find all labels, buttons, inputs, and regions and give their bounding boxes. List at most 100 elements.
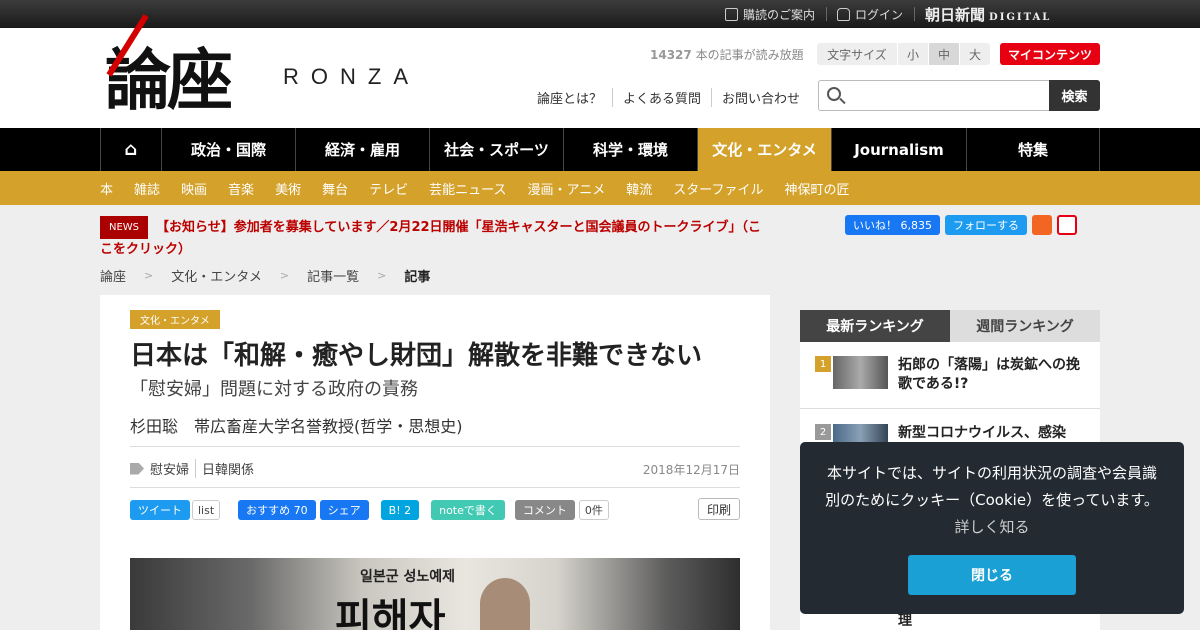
divider — [914, 7, 915, 21]
login-label: ログイン — [855, 8, 904, 22]
my-contents-button[interactable]: マイコンテンツ — [1000, 43, 1100, 65]
facebook-share-button[interactable]: シェア — [319, 500, 369, 520]
news-banner[interactable]: NEWS 【お知らせ】参加者を募集しています／2月22日開催「星浩キャスターと国会… — [100, 216, 770, 260]
login-link[interactable]: ログイン — [837, 6, 903, 23]
subnav-item[interactable]: 漫画・アニメ — [527, 179, 605, 198]
sub-nav: 本 雑誌 映画 音楽 美術 舞台 テレビ 芸能ニュース 漫画・アニメ 韓流 スタ… — [0, 171, 1200, 205]
site-header: 論座 RONZA 14327 本の記事が読み放題 文字サイズ 小 中 大 マイコ… — [0, 14, 1200, 128]
subnav-item[interactable]: 映画 — [181, 179, 207, 198]
breadcrumb-item[interactable]: 論座 — [100, 266, 126, 285]
tag-icon — [130, 462, 144, 475]
main-nav: ⌂ 政治・国際 経済・雇用 社会・スポーツ 科学・環境 文化・エンタメ Jour… — [0, 128, 1200, 171]
ranking-tabs: 最新ランキング 週間ランキング — [800, 310, 1100, 342]
divider — [130, 446, 740, 447]
brand-name: 朝日新聞 — [925, 6, 986, 24]
edit-icon — [725, 8, 738, 21]
search-input[interactable] — [849, 85, 1049, 106]
logo-roman: RONZA — [283, 64, 420, 89]
ranking-title: 新型コロナウイルス、感染 — [898, 425, 1066, 441]
tab-weekly-ranking[interactable]: 週間ランキング — [950, 310, 1100, 342]
breadcrumb-item[interactable]: 記事一覧 — [307, 266, 359, 285]
article: 文化・エンタメ 日本は「和解・癒やし財団」解散を非難できない 「慰安婦」問題に対… — [100, 295, 770, 630]
cookie-close-button[interactable]: 閉じる — [908, 555, 1076, 595]
article-date: 2018年12月17日 — [642, 463, 740, 477]
tweet-list-link[interactable]: list — [192, 500, 221, 520]
article-title: 日本は「和解・癒やし財団」解散を非難できない — [130, 341, 703, 371]
nav-society[interactable]: 社会・スポーツ — [429, 128, 563, 171]
nav-features[interactable]: 特集 — [966, 128, 1100, 171]
share-bar: ツイート list おすすめ 70 シェア B! 2 noteで書く コメント … — [130, 500, 609, 520]
facebook-like-button[interactable]: いいね！ 6,835 — [845, 215, 940, 235]
ranking-number: 1 — [815, 356, 831, 372]
divider — [130, 487, 740, 488]
twitter-follow-label: フォローする — [953, 219, 1019, 232]
contact-link[interactable]: お問い合わせ — [711, 88, 810, 107]
news-badge: NEWS — [100, 216, 149, 239]
article-tags: 慰安婦 日韓関係 — [130, 459, 260, 478]
divider — [826, 7, 827, 21]
nav-science[interactable]: 科学・環境 — [563, 128, 697, 171]
subscribe-label: 購読のご案内 — [743, 8, 816, 22]
search-icon — [827, 87, 841, 101]
font-size-medium[interactable]: 中 — [928, 43, 959, 65]
facebook-recommend-button[interactable]: おすすめ 70 — [238, 500, 316, 520]
brand-sub: DIGITAL — [989, 12, 1052, 23]
subnav-item[interactable]: 神保町の匠 — [784, 179, 849, 198]
note-share-button[interactable]: noteで書く — [431, 500, 505, 520]
article-count-suffix: 本の記事が読み放題 — [691, 48, 804, 62]
subnav-item[interactable]: 韓流 — [626, 179, 652, 198]
breadcrumb-separator-icon: > — [144, 269, 154, 282]
hatena-bookmark-button[interactable]: B! 2 — [380, 500, 420, 520]
mail-icon[interactable] — [1057, 215, 1077, 235]
ranking-number: 2 — [815, 424, 831, 440]
asahi-digital-logo[interactable]: 朝日新聞 DIGITAL — [925, 4, 1051, 25]
faq-link[interactable]: よくある質問 — [612, 88, 711, 107]
nav-economy[interactable]: 経済・雇用 — [295, 128, 429, 171]
article-photo: 일본군 성노예제 피해자 — [130, 558, 740, 630]
subnav-item[interactable]: 美術 — [275, 179, 301, 198]
social-follow: いいね！ 6,835 フォローする — [845, 215, 1077, 235]
nav-politics[interactable]: 政治・国際 — [161, 128, 295, 171]
header-links: 論座とは？ よくある質問 お問い合わせ — [537, 88, 810, 107]
font-size-small[interactable]: 小 — [897, 43, 928, 65]
font-size-large[interactable]: 大 — [959, 43, 990, 65]
rss-icon[interactable] — [1032, 215, 1052, 235]
breadcrumb-separator-icon: > — [377, 269, 387, 282]
top-bar: 購読のご案内 ログイン 朝日新聞 DIGITAL — [0, 0, 1200, 28]
subnav-item[interactable]: 舞台 — [322, 179, 348, 198]
about-link[interactable]: 論座とは？ — [537, 88, 612, 107]
cookie-more-link[interactable]: 詳しく知る — [954, 518, 1029, 536]
photo-sign-text-large: 피해자 — [335, 596, 446, 630]
subscribe-link[interactable]: 購読のご案内 — [725, 6, 815, 23]
tag-link[interactable]: 日韓関係 — [195, 459, 260, 478]
nav-home[interactable]: ⌂ — [100, 128, 161, 171]
photo-person — [480, 578, 530, 630]
breadcrumb-item[interactable]: 文化・エンタメ — [171, 266, 262, 285]
cookie-message-text: 本サイトでは、サイトの利用状況の調査や会員識別のためにクッキー（Cookie）を… — [825, 464, 1159, 509]
article-count: 14327 — [650, 48, 692, 62]
cookie-message: 本サイトでは、サイトの利用状況の調査や会員識別のためにクッキー（Cookie）を… — [820, 460, 1164, 541]
nav-journalism[interactable]: Journalism — [831, 128, 966, 171]
home-icon: ⌂ — [124, 139, 138, 160]
subnav-item[interactable]: 音楽 — [228, 179, 254, 198]
category-badge[interactable]: 文化・エンタメ — [130, 310, 220, 329]
subnav-item[interactable]: 本 — [100, 179, 113, 198]
subnav-item[interactable]: 芸能ニュース — [429, 179, 506, 198]
twitter-follow-button[interactable]: フォローする — [945, 215, 1027, 235]
nav-culture[interactable]: 文化・エンタメ — [697, 128, 831, 171]
ronza-logo[interactable]: 論座 RONZA — [105, 14, 445, 120]
subnav-item[interactable]: テレビ — [369, 179, 408, 198]
breadcrumb-separator-icon: > — [279, 269, 290, 282]
article-author[interactable]: 杉田聡 帯広畜産大学名誉教授(哲学・思想史) — [130, 413, 463, 437]
tag-link[interactable]: 慰安婦 — [150, 459, 195, 478]
tweet-button[interactable]: ツイート — [130, 500, 190, 520]
article-counter: 14327 本の記事が読み放題 — [650, 46, 804, 63]
comment-button[interactable]: コメント — [514, 500, 575, 520]
ranking-title: 拓郎の「落陽」は炭鉱への挽歌である!? — [898, 357, 1080, 392]
tab-latest-ranking[interactable]: 最新ランキング — [800, 310, 950, 342]
photo-sign-text: 일본군 성노예제 — [360, 569, 456, 585]
print-button[interactable]: 印刷 — [697, 498, 740, 520]
subnav-item[interactable]: 雑誌 — [134, 179, 160, 198]
search-button[interactable]: 検索 — [1049, 80, 1100, 111]
subnav-item[interactable]: スターファイル — [673, 179, 763, 198]
